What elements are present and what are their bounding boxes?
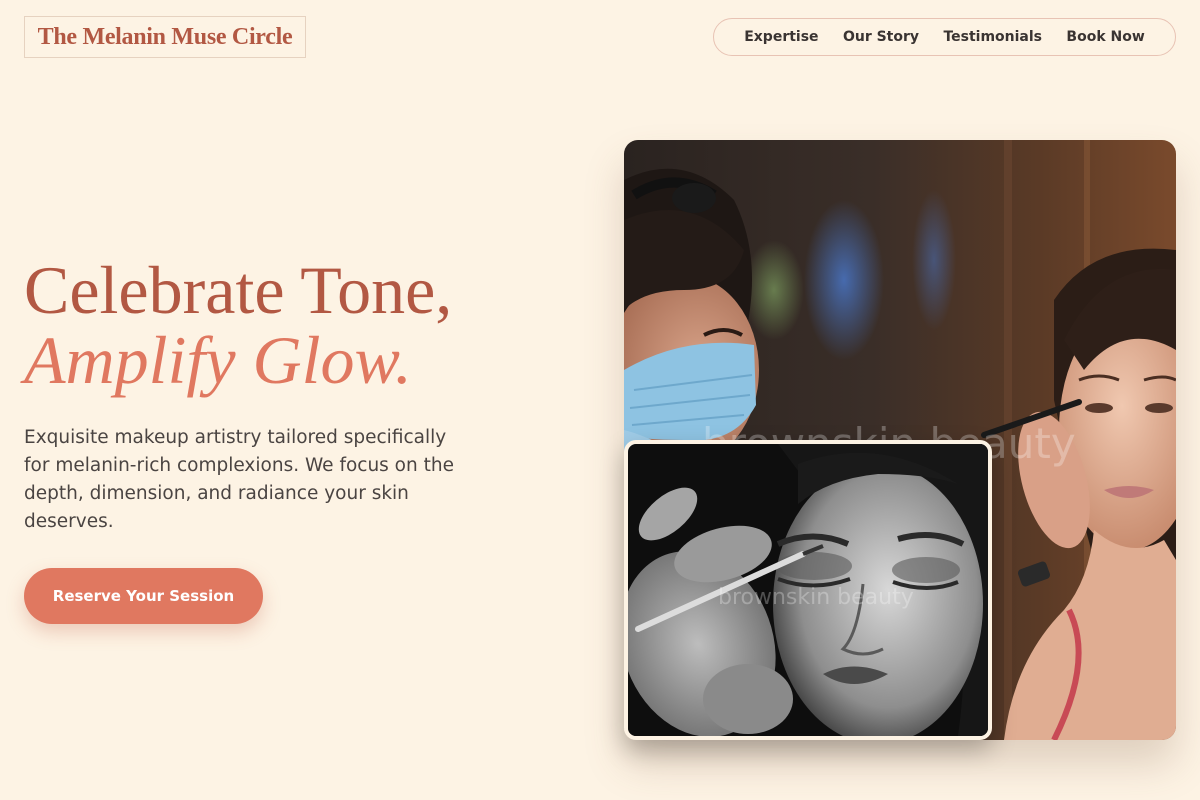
nav-link-testimonials[interactable]: Testimonials [943, 29, 1042, 45]
brand-name: The Melanin Muse Circle [37, 23, 293, 50]
brand-logo[interactable]: The Melanin Muse Circle [24, 16, 306, 58]
main-nav: Expertise Our Story Testimonials Book No… [713, 18, 1176, 56]
hero-title-line1: Celebrate Tone, [24, 252, 453, 328]
hero-title: Celebrate Tone, Amplify Glow. [24, 255, 452, 395]
hero-title-line2: Amplify Glow. [24, 322, 412, 398]
nav-link-our-story[interactable]: Our Story [843, 29, 919, 45]
hero-photo-inset: brownskin beauty [624, 440, 992, 740]
reserve-session-button[interactable]: Reserve Your Session [24, 568, 263, 624]
nav-link-expertise[interactable]: Expertise [744, 29, 818, 45]
nav-link-book-now[interactable]: Book Now [1066, 29, 1144, 45]
eyeliner-application-photo: brownskin beauty [628, 444, 988, 736]
hero-description: Exquisite makeup artistry tailored speci… [24, 427, 454, 532]
landing-page: The Melanin Muse Circle Expertise Our St… [0, 0, 1200, 800]
inset-photo-watermark: brownskin beauty [718, 585, 914, 610]
